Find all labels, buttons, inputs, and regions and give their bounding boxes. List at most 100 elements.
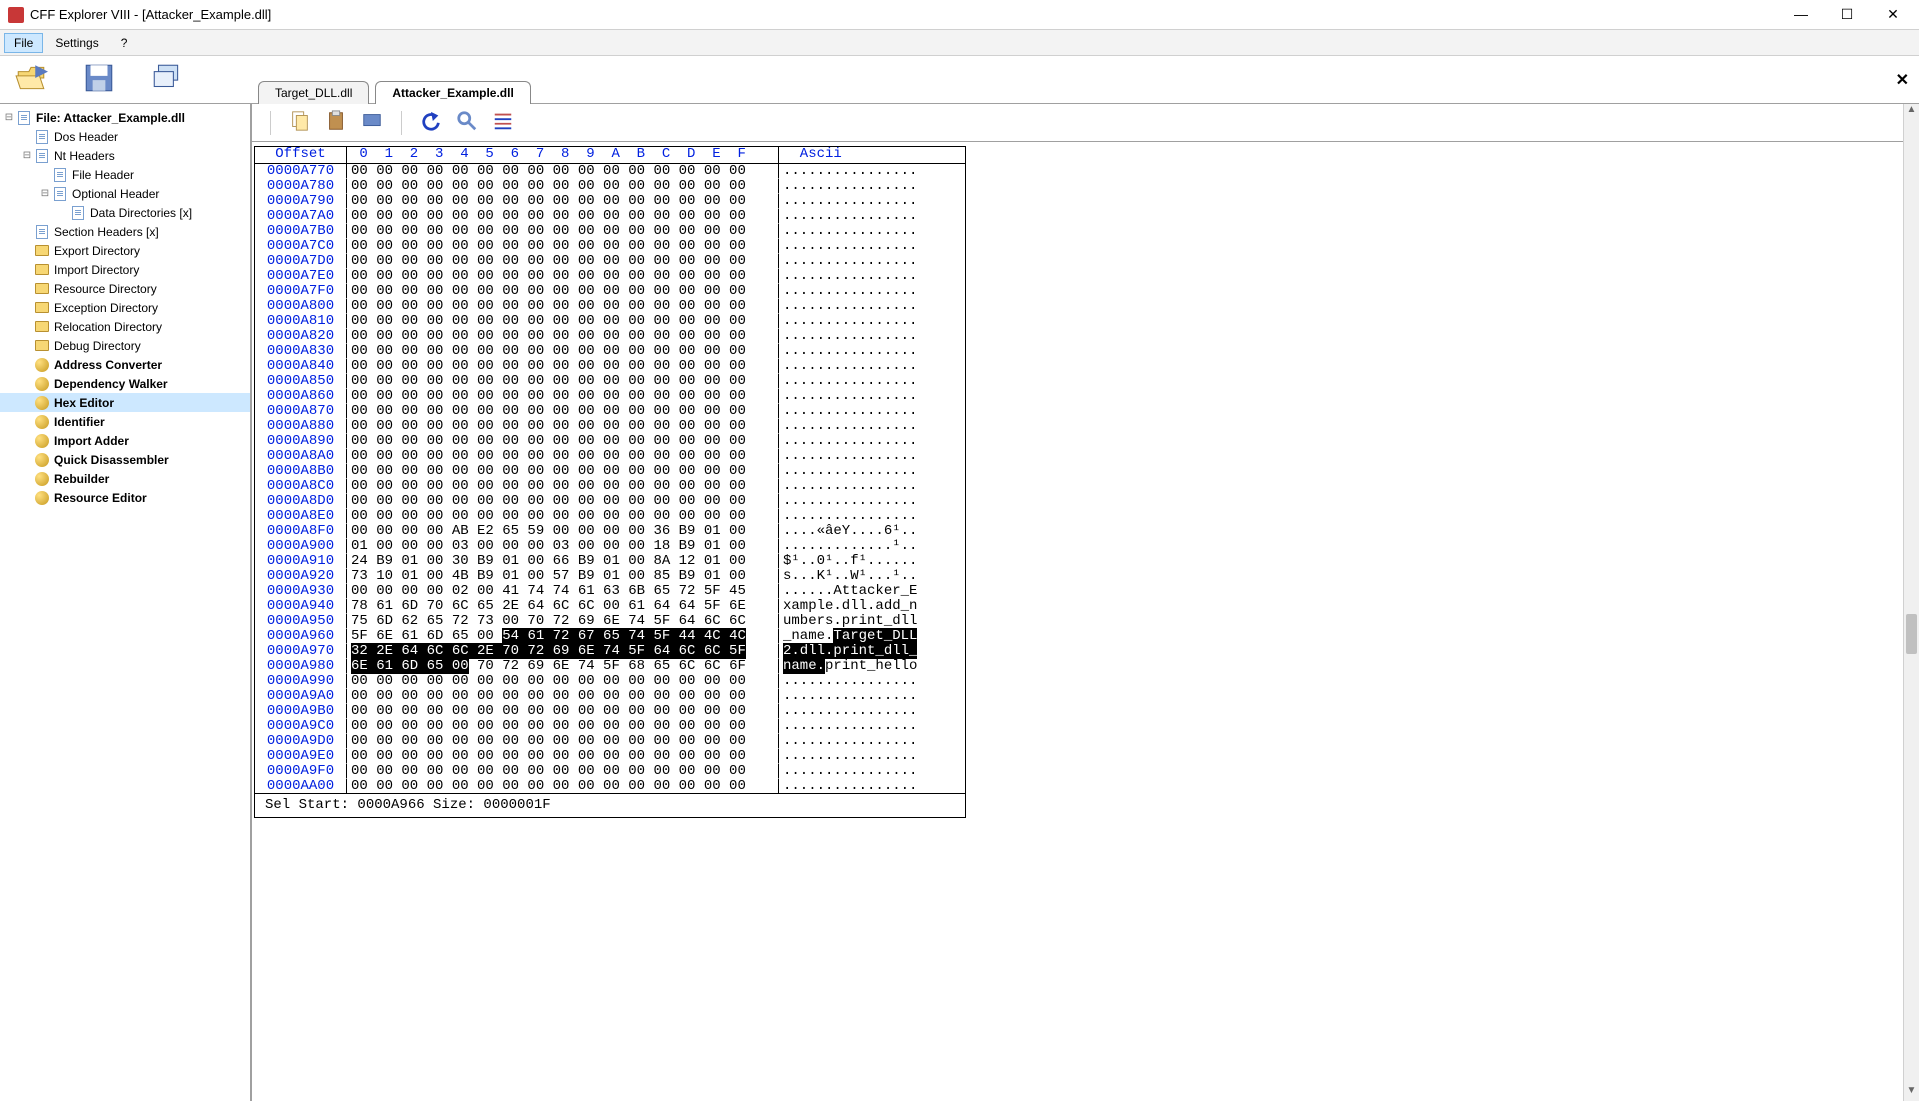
hex-bytes[interactable]: 24 B9 01 00 30 B9 01 00 66 B9 01 00 8A 1…: [347, 554, 779, 569]
hex-bytes[interactable]: 00 00 00 00 00 00 00 00 00 00 00 00 00 0…: [347, 299, 779, 314]
hex-bytes[interactable]: 75 6D 62 65 72 73 00 70 72 69 6E 74 5F 6…: [347, 614, 779, 629]
hex-ascii[interactable]: name.print_hello: [779, 659, 965, 674]
tree-item-export-directory[interactable]: Export Directory: [0, 241, 250, 260]
hex-bytes[interactable]: 00 00 00 00 02 00 41 74 74 61 63 6B 65 7…: [347, 584, 779, 599]
menu-file[interactable]: File: [4, 33, 43, 53]
hex-bytes[interactable]: 00 00 00 00 00 00 00 00 00 00 00 00 00 0…: [347, 734, 779, 749]
hex-ascii[interactable]: ................: [779, 674, 965, 689]
tree-item-data-directories-x[interactable]: Data Directories [x]: [0, 203, 250, 222]
hex-ascii[interactable]: ................: [779, 269, 965, 284]
windows-icon[interactable]: [150, 61, 184, 98]
hex-ascii[interactable]: ................: [779, 749, 965, 764]
tree-panel[interactable]: ⊟File: Attacker_Example.dll Dos Header⊟N…: [0, 104, 252, 1101]
tree-item-quick-disassembler[interactable]: Quick Disassembler: [0, 450, 250, 469]
hex-bytes[interactable]: 00 00 00 00 00 00 00 00 00 00 00 00 00 0…: [347, 404, 779, 419]
hex-bytes[interactable]: 00 00 00 00 00 00 00 00 00 00 00 00 00 0…: [347, 479, 779, 494]
tab-attacker-example[interactable]: Attacker_Example.dll: [375, 81, 530, 104]
close-button[interactable]: ✕: [1879, 6, 1907, 23]
tab-close-icon[interactable]: ✕: [1896, 70, 1909, 90]
tree-item-address-converter[interactable]: Address Converter: [0, 355, 250, 374]
tree-item-file-header[interactable]: File Header: [0, 165, 250, 184]
hex-ascii[interactable]: ................: [779, 419, 965, 434]
hex-bytes[interactable]: 00 00 00 00 00 00 00 00 00 00 00 00 00 0…: [347, 449, 779, 464]
hex-ascii[interactable]: ................: [779, 734, 965, 749]
hex-bytes[interactable]: 00 00 00 00 00 00 00 00 00 00 00 00 00 0…: [347, 779, 779, 794]
hex-ascii[interactable]: xample.dll.add_n: [779, 599, 965, 614]
hex-ascii[interactable]: ................: [779, 434, 965, 449]
hex-ascii[interactable]: s...K¹..W¹...¹..: [779, 569, 965, 584]
hex-bytes[interactable]: 00 00 00 00 00 00 00 00 00 00 00 00 00 0…: [347, 434, 779, 449]
hex-ascii[interactable]: ......Attacker_E: [779, 584, 965, 599]
open-icon[interactable]: [14, 61, 48, 98]
expand-icon[interactable]: ⊟: [38, 188, 52, 199]
menu-settings[interactable]: Settings: [45, 33, 108, 53]
hex-bytes[interactable]: 00 00 00 00 00 00 00 00 00 00 00 00 00 0…: [347, 329, 779, 344]
hex-bytes[interactable]: 00 00 00 00 00 00 00 00 00 00 00 00 00 0…: [347, 284, 779, 299]
hex-bytes[interactable]: 00 00 00 00 00 00 00 00 00 00 00 00 00 0…: [347, 494, 779, 509]
hex-bytes[interactable]: 00 00 00 00 00 00 00 00 00 00 00 00 00 0…: [347, 374, 779, 389]
tree-item-section-headers-x[interactable]: Section Headers [x]: [0, 222, 250, 241]
tree-item-import-directory[interactable]: Import Directory: [0, 260, 250, 279]
hex-bytes[interactable]: 00 00 00 00 00 00 00 00 00 00 00 00 00 0…: [347, 359, 779, 374]
hex-bytes[interactable]: 6E 61 6D 65 00 70 72 69 6E 74 5F 68 65 6…: [347, 659, 779, 674]
tree-item-dos-header[interactable]: Dos Header: [0, 127, 250, 146]
hex-bytes[interactable]: 00 00 00 00 00 00 00 00 00 00 00 00 00 0…: [347, 704, 779, 719]
hex-ascii[interactable]: _name.Target_DLL: [779, 629, 965, 644]
scroll-up-icon[interactable]: ▲: [1904, 104, 1919, 120]
save-icon[interactable]: [82, 61, 116, 98]
hex-ascii[interactable]: $¹..0¹..f¹......: [779, 554, 965, 569]
tree-item-nt-headers[interactable]: ⊟Nt Headers: [0, 146, 250, 165]
tree-item-rebuilder[interactable]: Rebuilder: [0, 469, 250, 488]
tree-item-file-attacker-example-dll[interactable]: ⊟File: Attacker_Example.dll: [0, 108, 250, 127]
tree-item-optional-header[interactable]: ⊟Optional Header: [0, 184, 250, 203]
hex-bytes[interactable]: 00 00 00 00 00 00 00 00 00 00 00 00 00 0…: [347, 314, 779, 329]
search-icon[interactable]: [456, 110, 478, 135]
tree-item-resource-editor[interactable]: Resource Editor: [0, 488, 250, 507]
tree-item-debug-directory[interactable]: Debug Directory: [0, 336, 250, 355]
hex-ascii[interactable]: ................: [779, 479, 965, 494]
hex-bytes[interactable]: 00 00 00 00 00 00 00 00 00 00 00 00 00 0…: [347, 689, 779, 704]
copy-icon[interactable]: [289, 110, 311, 135]
hex-ascii[interactable]: ................: [779, 494, 965, 509]
expand-icon[interactable]: ⊟: [20, 150, 34, 161]
undo-icon[interactable]: [420, 110, 442, 135]
hex-ascii[interactable]: ................: [779, 764, 965, 779]
hex-ascii[interactable]: ................: [779, 719, 965, 734]
hex-ascii[interactable]: ................: [779, 179, 965, 194]
hex-ascii[interactable]: ................: [779, 194, 965, 209]
hex-ascii[interactable]: .............¹..: [779, 539, 965, 554]
hex-bytes[interactable]: 00 00 00 00 00 00 00 00 00 00 00 00 00 0…: [347, 464, 779, 479]
menu-help[interactable]: ?: [111, 33, 138, 53]
paste-icon[interactable]: [325, 110, 347, 135]
tree-item-identifier[interactable]: Identifier: [0, 412, 250, 431]
maximize-button[interactable]: ☐: [1833, 6, 1861, 23]
hex-bytes[interactable]: 00 00 00 00 00 00 00 00 00 00 00 00 00 0…: [347, 344, 779, 359]
hex-bytes[interactable]: 32 2E 64 6C 6C 2E 70 72 69 6E 74 5F 64 6…: [347, 644, 779, 659]
hex-ascii[interactable]: ................: [779, 464, 965, 479]
scroll-thumb[interactable]: [1906, 614, 1917, 654]
hex-ascii[interactable]: ................: [779, 164, 965, 179]
hex-bytes[interactable]: 00 00 00 00 00 00 00 00 00 00 00 00 00 0…: [347, 509, 779, 524]
tree-item-exception-directory[interactable]: Exception Directory: [0, 298, 250, 317]
hex-bytes[interactable]: 00 00 00 00 AB E2 65 59 00 00 00 00 36 B…: [347, 524, 779, 539]
hex-bytes[interactable]: 00 00 00 00 00 00 00 00 00 00 00 00 00 0…: [347, 764, 779, 779]
hex-ascii[interactable]: ................: [779, 509, 965, 524]
hex-bytes[interactable]: 00 00 00 00 00 00 00 00 00 00 00 00 00 0…: [347, 179, 779, 194]
hex-ascii[interactable]: ................: [779, 329, 965, 344]
hex-ascii[interactable]: ................: [779, 359, 965, 374]
hex-bytes[interactable]: 00 00 00 00 00 00 00 00 00 00 00 00 00 0…: [347, 239, 779, 254]
hex-bytes[interactable]: 00 00 00 00 00 00 00 00 00 00 00 00 00 0…: [347, 224, 779, 239]
tree-item-relocation-directory[interactable]: Relocation Directory: [0, 317, 250, 336]
cut-icon[interactable]: [361, 110, 383, 135]
expand-icon[interactable]: ⊟: [2, 112, 16, 123]
hex-ascii[interactable]: ................: [779, 314, 965, 329]
hex-bytes[interactable]: 00 00 00 00 00 00 00 00 00 00 00 00 00 0…: [347, 749, 779, 764]
list-icon[interactable]: [492, 110, 514, 135]
hex-bytes[interactable]: 00 00 00 00 00 00 00 00 00 00 00 00 00 0…: [347, 164, 779, 179]
hex-bytes[interactable]: 00 00 00 00 00 00 00 00 00 00 00 00 00 0…: [347, 389, 779, 404]
hex-ascii[interactable]: ....«âeY....6¹..: [779, 524, 965, 539]
hex-ascii[interactable]: ................: [779, 779, 965, 794]
tree-item-resource-directory[interactable]: Resource Directory: [0, 279, 250, 298]
tab-target-dll[interactable]: Target_DLL.dll: [258, 81, 369, 104]
hex-ascii[interactable]: ................: [779, 224, 965, 239]
